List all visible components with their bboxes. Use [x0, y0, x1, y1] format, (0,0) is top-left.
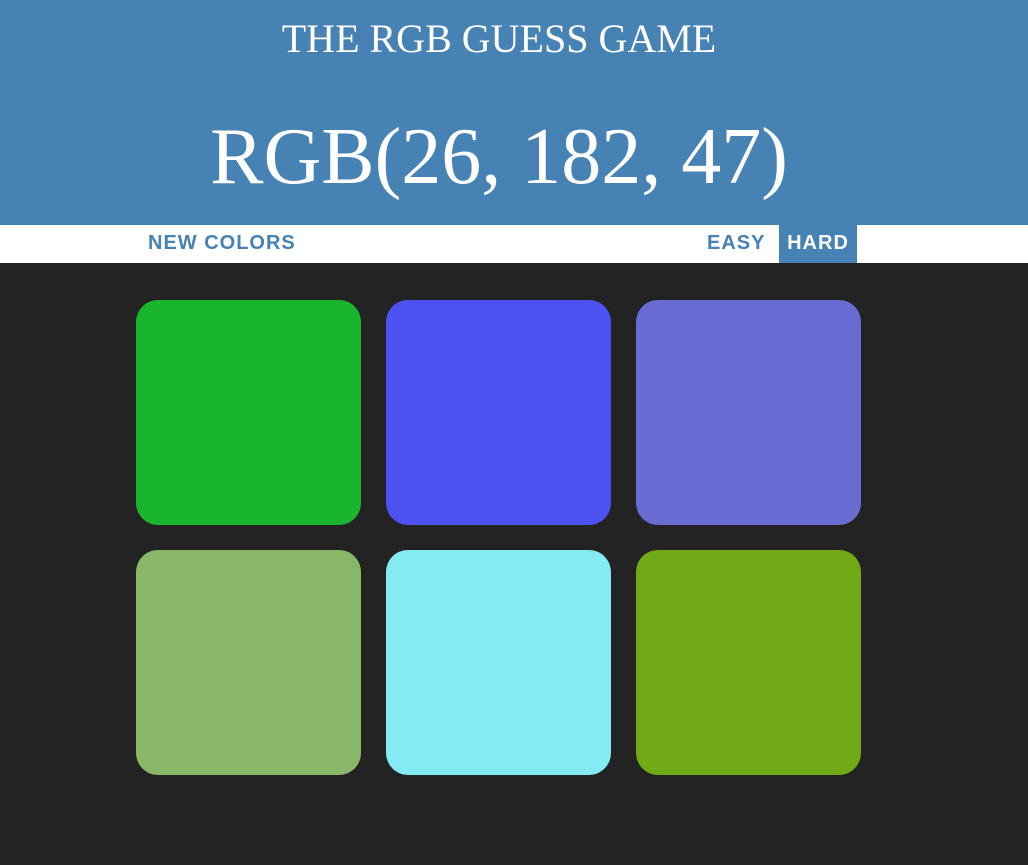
target-rgb-display: RGB(26, 182, 47) [210, 113, 788, 201]
color-square[interactable] [136, 300, 361, 525]
game-title: THE RGB GUESS GAME [281, 16, 717, 61]
color-square[interactable] [136, 550, 361, 775]
hard-mode-button[interactable]: HARD [779, 225, 857, 263]
new-colors-button[interactable]: NEW COLORS [140, 225, 304, 263]
controls-stripe: NEW COLORS EASY HARD [0, 225, 1028, 263]
color-square[interactable] [636, 550, 861, 775]
color-square[interactable] [636, 300, 861, 525]
game-header: THE RGB GUESS GAME RGB(26, 182, 47) [0, 0, 1028, 225]
color-squares-board [0, 263, 1028, 865]
easy-mode-button[interactable]: EASY [699, 225, 773, 263]
color-square[interactable] [386, 550, 611, 775]
color-square[interactable] [386, 300, 611, 525]
